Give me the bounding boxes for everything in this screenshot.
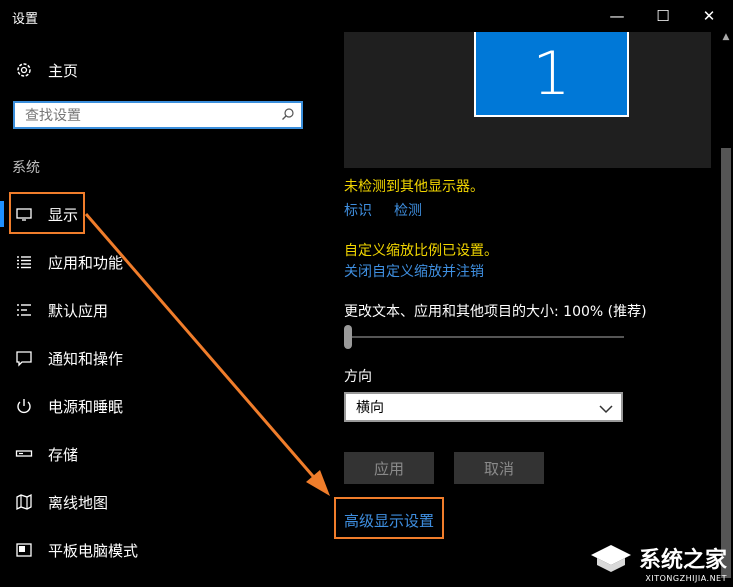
watermark-logo-icon [590, 545, 631, 572]
scroll-up-icon[interactable]: ▲ [719, 32, 733, 46]
watermark-url: XITONGZHIJIA.NET [645, 574, 727, 583]
scrollbar-thumb[interactable] [721, 148, 731, 578]
watermark-brand: 系统之家 [638, 548, 727, 573]
annotation-arrow [84, 213, 330, 496]
watermark: 系统之家 XITONGZHIJIA.NET [589, 542, 727, 583]
